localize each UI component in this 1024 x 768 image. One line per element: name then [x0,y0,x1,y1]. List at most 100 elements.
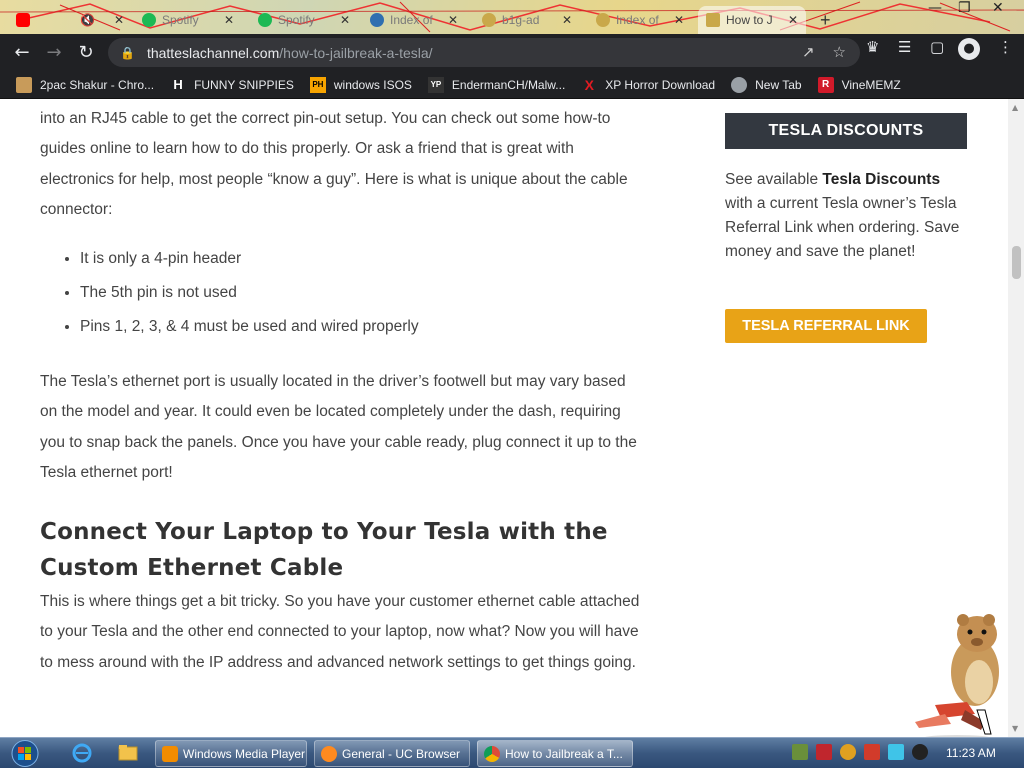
bookmark-funny-snippies[interactable]: H FUNNY SNIPPIES [170,77,294,93]
sidebar-text-bold: Tesla Discounts [822,171,941,188]
media-control-icon[interactable]: ☰ [898,38,911,56]
extensions-icon[interactable]: ♛ [866,38,879,56]
bookmark-vinememz[interactable]: R VineMEMZ [817,76,901,93]
side-panel-icon[interactable]: ▢ [930,38,944,56]
bookmark-xp-horror[interactable]: X XP Horror Download [581,76,716,93]
ph-icon: PH [309,76,326,93]
list-item: The 5th pin is not used [80,276,419,310]
menu-kebab-icon[interactable]: ⋮ [998,38,1013,56]
reload-icon: ↻ [78,42,94,63]
tab-spotify-2[interactable]: Spotify ✕ [250,6,358,34]
file-explorer-icon[interactable] [116,742,140,764]
h-icon: H [173,77,183,92]
url-host: thatteslachannel.com [146,44,280,61]
bookmark-new-tab[interactable]: New Tab [731,76,802,93]
spotify-icon [258,13,272,27]
tab-youtube[interactable] [8,6,48,34]
youtube-icon [16,13,30,27]
bookmark-2pac[interactable]: 2pac Shakur - Chro... [16,76,155,93]
restore-button[interactable]: ❐ [958,0,971,16]
tab-title: Spotify [278,13,315,27]
back-button[interactable]: ← [6,37,38,69]
close-icon[interactable]: ✕ [788,13,798,27]
uc-browser-icon [321,745,337,762]
tray-volume-icon[interactable] [912,744,928,760]
tab-spotify-1[interactable]: Spotify ✕ [134,6,242,34]
task-chrome-jailbreak[interactable]: How to Jailbreak a T... [477,740,633,767]
windows-taskbar: Windows Media Player General - UC Browse… [0,737,1024,768]
system-tray [792,744,928,760]
close-icon[interactable]: ✕ [114,13,124,27]
forward-button[interactable]: → [38,37,70,69]
page-icon [596,13,610,27]
sidebar-text-post: with a current Tesla owner’s Tesla Refer… [725,195,960,260]
page-icon [482,13,496,27]
url-path: /how-to-jailbreak-a-tesla/ [279,44,433,61]
tray-search-icon[interactable] [840,744,856,760]
sidebar-text-pre: See available [725,171,823,188]
scroll-up-icon[interactable]: ▲ [1012,103,1018,112]
minimize-button[interactable]: — [928,0,942,16]
new-tab-button[interactable]: + [812,6,842,34]
bookmark-label: 2pac Shakur - Chro... [40,77,155,92]
arrow-left-icon: ← [14,42,30,63]
bookmark-label: EndermanCH/Malw... [451,77,566,92]
bookmark-windows-isos[interactable]: PH windows ISOS [309,76,412,93]
tesla-icon [706,13,720,27]
lock-icon: 🔒 [120,45,135,60]
close-icon[interactable]: ✕ [224,13,234,27]
close-icon[interactable]: ✕ [448,13,458,27]
window-close-button[interactable]: ✕ [992,0,1004,16]
section-heading: Connect Your Laptop to Your Tesla with t… [40,519,608,581]
bookmark-label: VineMEMZ [841,77,901,92]
article-paragraph: into an RJ45 cable to get the correct pi… [40,110,628,218]
task-label: General - UC Browser [342,746,461,761]
tab-title: Index of [616,13,659,27]
tray-app-icon[interactable] [792,744,808,760]
tesla-referral-link-button[interactable]: TESLA REFERRAL LINK [725,309,927,343]
task-label: Windows Media Player [183,746,306,761]
close-icon[interactable]: ✕ [562,13,572,27]
sidebar-text: See available Tesla Discounts with a cur… [725,168,970,264]
taskbar-clock[interactable]: 11:23 AM [946,746,996,760]
task-windows-media-player[interactable]: Windows Media Player [155,740,307,767]
tray-flag-icon[interactable] [864,744,880,760]
share-icon[interactable]: ↗ [802,43,815,61]
article-paragraph: This is where things get a bit tricky. S… [40,593,640,671]
tab-title: How to J [726,13,773,27]
bookmark-label: XP Horror Download [605,77,716,92]
tab-index-of-2[interactable]: Index of ✕ [588,6,692,34]
bookmark-label: New Tab [755,77,802,92]
x-icon: X [584,76,594,93]
close-icon[interactable]: ✕ [674,13,684,27]
yp-icon: YP [427,76,444,93]
tray-v-icon[interactable] [816,744,832,760]
arrow-right-icon: → [46,42,62,63]
scroll-thumb[interactable] [1012,246,1021,279]
pin-list: It is only a 4-pin header The 5th pin is… [80,242,419,344]
browser-toolbar: ← → ↻ 🔒 thatteslachannel.com/how-to-jail… [0,34,1024,71]
tab-b1g-ad[interactable]: b1g-ad ✕ [474,6,580,34]
profile-avatar-icon[interactable]: ● [958,38,980,60]
hamster-desktop-pet[interactable] [905,610,1017,740]
task-uc-browser[interactable]: General - UC Browser [314,740,470,767]
tab-title: b1g-ad [502,13,540,27]
tab-how-to-jailbreak[interactable]: How to J ✕ [698,6,806,34]
article-paragraph: The Tesla’s ethernet port is usually loc… [40,373,637,481]
plus-icon: + [820,9,831,30]
bookmark-star-icon[interactable]: ☆ [833,43,846,61]
bookmarks-bar: 2pac Shakur - Chro... H FUNNY SNIPPIES P… [0,71,1024,99]
start-button[interactable] [6,739,44,768]
tab-index-of-1[interactable]: Index of ✕ [362,6,466,34]
internet-explorer-icon[interactable] [70,742,94,764]
chrome-icon [484,745,500,762]
reload-button[interactable]: ↻ [70,37,102,69]
address-bar[interactable]: 🔒 thatteslachannel.com/how-to-jailbreak-… [108,38,860,67]
tab-title: Index of [390,13,433,27]
tab-muted[interactable]: 🔇 ✕ [72,6,132,34]
chrome-icon [731,76,748,93]
bookmark-endermanch[interactable]: YP EndermanCH/Malw... [427,76,566,93]
tray-network-icon[interactable] [888,744,904,760]
tab-title: Spotify [162,13,199,27]
close-icon[interactable]: ✕ [340,13,350,27]
